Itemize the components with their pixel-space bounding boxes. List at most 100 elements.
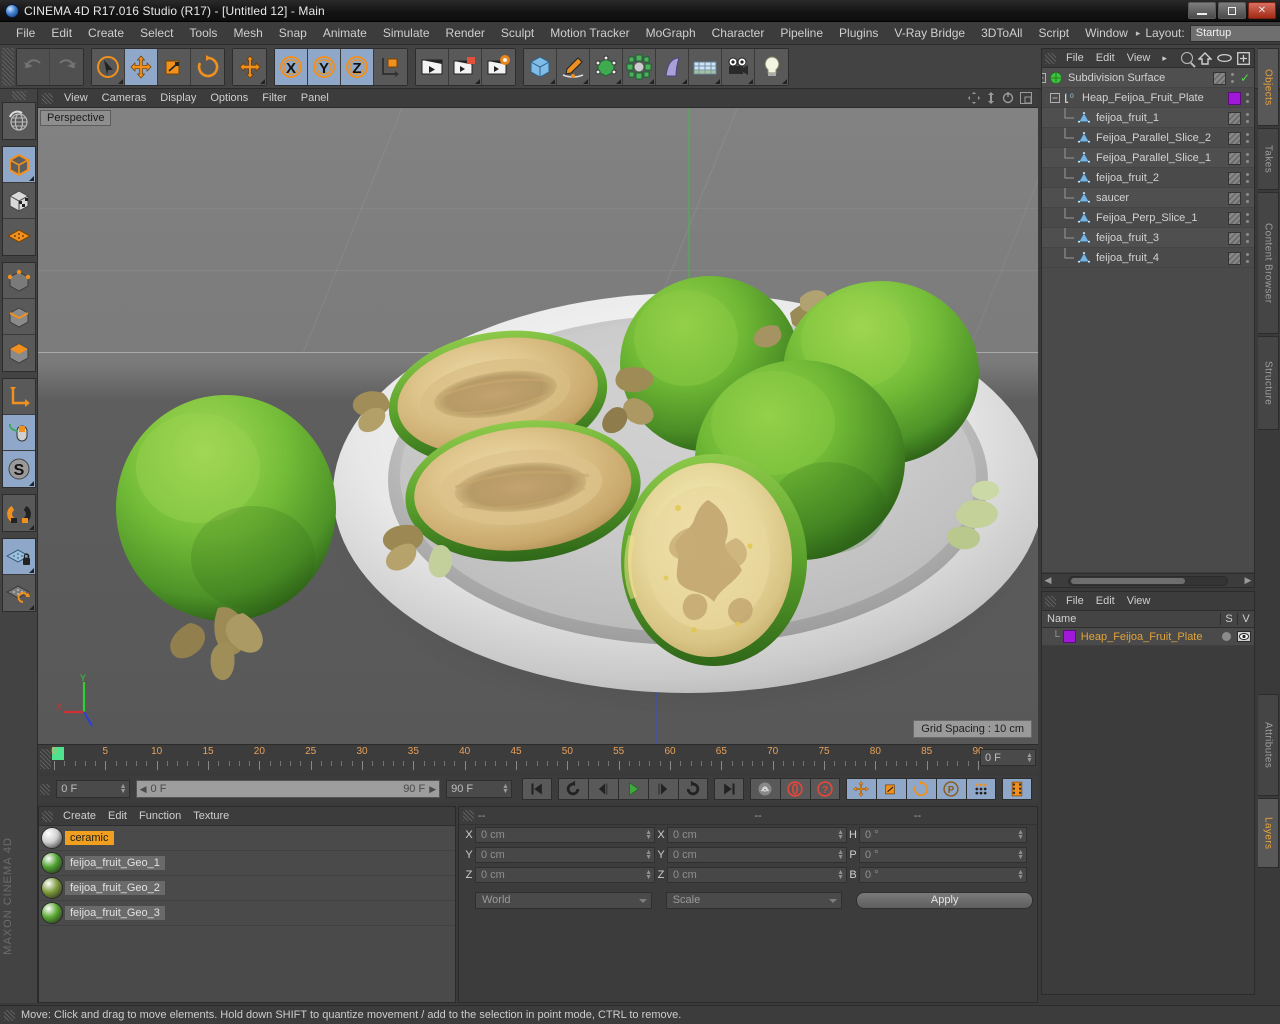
visibility-dots[interactable] bbox=[1245, 152, 1250, 165]
texture-tag[interactable] bbox=[1228, 211, 1241, 225]
menu-sculpt[interactable]: Sculpt bbox=[493, 24, 542, 42]
play-forward-button[interactable] bbox=[617, 778, 648, 800]
point-level-key-button[interactable] bbox=[965, 778, 996, 800]
live-selection-button[interactable] bbox=[92, 48, 125, 85]
viewport-menu-view[interactable]: View bbox=[57, 91, 95, 105]
workplane-mode-button[interactable] bbox=[2, 219, 35, 255]
object-row[interactable]: feijoa_fruit_1 bbox=[1042, 107, 1254, 128]
autokeying-button[interactable] bbox=[779, 778, 810, 800]
record-active-objects-button[interactable] bbox=[749, 778, 780, 800]
zoom-view-icon[interactable] bbox=[986, 92, 996, 104]
material-preview[interactable] bbox=[41, 877, 63, 899]
object-row[interactable]: Feijoa_Parallel_Slice_1 bbox=[1042, 147, 1254, 168]
layer-solo-toggle[interactable] bbox=[1222, 632, 1231, 641]
layout-expand-arrow[interactable]: ▸ bbox=[1136, 28, 1141, 39]
max-frame-spinner[interactable]: ▲ ▼ bbox=[502, 783, 509, 795]
move-axis-button[interactable] bbox=[233, 48, 266, 85]
tab-takes[interactable]: Takes bbox=[1258, 128, 1279, 190]
y-axis-lock-button[interactable]: Y bbox=[308, 48, 341, 85]
object-row[interactable]: Subdivision Surface ✓ bbox=[1042, 68, 1254, 88]
keyframe-selection-button[interactable]: ? bbox=[809, 778, 840, 800]
layer-color-tag[interactable] bbox=[1228, 91, 1241, 105]
undo-view-globe-button[interactable] bbox=[2, 103, 35, 139]
transport-grip[interactable] bbox=[40, 783, 51, 795]
material-menu-texture[interactable]: Texture bbox=[187, 809, 235, 823]
world-object-coordinates-button[interactable] bbox=[374, 48, 407, 85]
menu-render[interactable]: Render bbox=[438, 24, 493, 42]
viewport-menu-cameras[interactable]: Cameras bbox=[95, 91, 154, 105]
play-reverse-loop-button[interactable] bbox=[557, 778, 588, 800]
maximize-view-icon[interactable] bbox=[1020, 92, 1032, 104]
texture-tag[interactable] bbox=[1228, 251, 1241, 265]
tab-layers[interactable]: Layers bbox=[1258, 798, 1279, 868]
cube-primitive-button[interactable] bbox=[524, 48, 557, 85]
menu-window[interactable]: Window bbox=[1077, 24, 1136, 42]
left-toolbar-grip[interactable] bbox=[11, 91, 26, 100]
coordinates-grip[interactable] bbox=[463, 810, 474, 821]
layer-row[interactable]: └ Heap_Feijoa_Fruit_Plate bbox=[1042, 628, 1254, 646]
camera-button[interactable] bbox=[722, 48, 755, 85]
texture-tag[interactable] bbox=[1228, 131, 1241, 145]
material-menu-function[interactable]: Function bbox=[133, 809, 187, 823]
rotation-key-button[interactable] bbox=[905, 778, 936, 800]
search-icon[interactable] bbox=[1181, 52, 1196, 68]
preview-range-bar[interactable]: ◀ 0 F 90 F ▶ bbox=[135, 780, 441, 798]
coordinate-system-select[interactable]: World bbox=[475, 891, 652, 909]
layer-menu-file[interactable]: File bbox=[1060, 594, 1090, 608]
object-row[interactable]: Feijoa_Parallel_Slice_2 bbox=[1042, 127, 1254, 148]
home-icon[interactable] bbox=[1198, 51, 1212, 65]
object-manager-menu-arrow[interactable]: ▸ bbox=[1156, 52, 1173, 65]
tab-objects[interactable]: Objects bbox=[1258, 48, 1279, 126]
go-to-start-button[interactable] bbox=[521, 778, 552, 800]
menu-mograph[interactable]: MoGraph bbox=[638, 24, 704, 42]
param-key-button[interactable]: P bbox=[935, 778, 966, 800]
rot-b-field[interactable]: 0 ° ▲ ▼ bbox=[859, 867, 1027, 883]
menu-animate[interactable]: Animate bbox=[315, 24, 375, 42]
loop-button[interactable] bbox=[677, 778, 708, 800]
visibility-dots[interactable] bbox=[1245, 192, 1250, 205]
layer-visibility-icon[interactable] bbox=[1237, 631, 1251, 642]
close-button[interactable]: ✕ bbox=[1248, 2, 1276, 19]
menu-tools[interactable]: Tools bbox=[181, 24, 225, 42]
material-list[interactable]: ceramic feijoa_fruit_Geo_1 feijoa_fruit_Ge… bbox=[39, 826, 455, 1002]
bend-deformer-button[interactable] bbox=[656, 48, 689, 85]
menu-v-ray-bridge[interactable]: V-Ray Bridge bbox=[886, 24, 973, 42]
layer-menu-edit[interactable]: Edit bbox=[1090, 594, 1121, 608]
size-z-field[interactable]: 0 cm ▲ ▼ bbox=[667, 867, 847, 883]
layer-menu-view[interactable]: View bbox=[1121, 594, 1157, 608]
pos-z-field[interactable]: 0 cm ▲ ▼ bbox=[475, 867, 655, 883]
menu-simulate[interactable]: Simulate bbox=[375, 24, 438, 42]
texture-tag[interactable] bbox=[1228, 191, 1241, 205]
visibility-dots[interactable] bbox=[1245, 132, 1250, 145]
layer-color-swatch[interactable] bbox=[1062, 630, 1076, 643]
layout-select[interactable]: Startup bbox=[1189, 24, 1280, 42]
object-row[interactable]: feijoa_fruit_2 bbox=[1042, 167, 1254, 188]
menu-character[interactable]: Character bbox=[704, 24, 773, 42]
rotate-tool-button[interactable] bbox=[191, 48, 224, 85]
timeline-grip[interactable] bbox=[40, 749, 51, 769]
object-row[interactable]: Feijoa_Perp_Slice_1 bbox=[1042, 207, 1254, 228]
enable-snap-s-button[interactable]: S bbox=[2, 451, 35, 487]
max-frame-field[interactable]: 90 F ▲ ▼ bbox=[446, 780, 512, 798]
workplane-rotate-button[interactable] bbox=[2, 575, 35, 611]
toolbar-grip[interactable] bbox=[2, 47, 14, 86]
viewport-solo-mouse-button[interactable] bbox=[2, 415, 35, 451]
material-manager-grip[interactable] bbox=[42, 810, 53, 822]
next-frame-button[interactable] bbox=[647, 778, 678, 800]
size-x-field[interactable]: 0 cm ▲ ▼ bbox=[667, 827, 847, 843]
coordinate-mode-select[interactable]: Scale bbox=[665, 891, 843, 909]
texture-tag[interactable] bbox=[1212, 71, 1226, 85]
viewport-3d[interactable]: Perspective Y X Grid Spacing: 10 cm bbox=[38, 108, 1038, 744]
scale-key-button[interactable] bbox=[875, 778, 906, 800]
redo-button[interactable] bbox=[50, 48, 83, 85]
undo-button[interactable] bbox=[17, 48, 50, 85]
plus-box-icon[interactable] bbox=[1237, 51, 1250, 65]
rot-p-field[interactable]: 0 ° ▲ ▼ bbox=[859, 847, 1027, 863]
material-name[interactable]: feijoa_fruit_Geo_2 bbox=[65, 881, 165, 895]
scroll-left-icon[interactable]: ◀ bbox=[1042, 575, 1054, 586]
object-manager-grip[interactable] bbox=[1045, 52, 1056, 64]
range-right-arrow[interactable]: ▶ bbox=[429, 784, 436, 795]
material-menu-edit[interactable]: Edit bbox=[102, 809, 133, 823]
pos-y-field[interactable]: 0 cm ▲ ▼ bbox=[475, 847, 655, 863]
go-to-end-button[interactable] bbox=[713, 778, 744, 800]
